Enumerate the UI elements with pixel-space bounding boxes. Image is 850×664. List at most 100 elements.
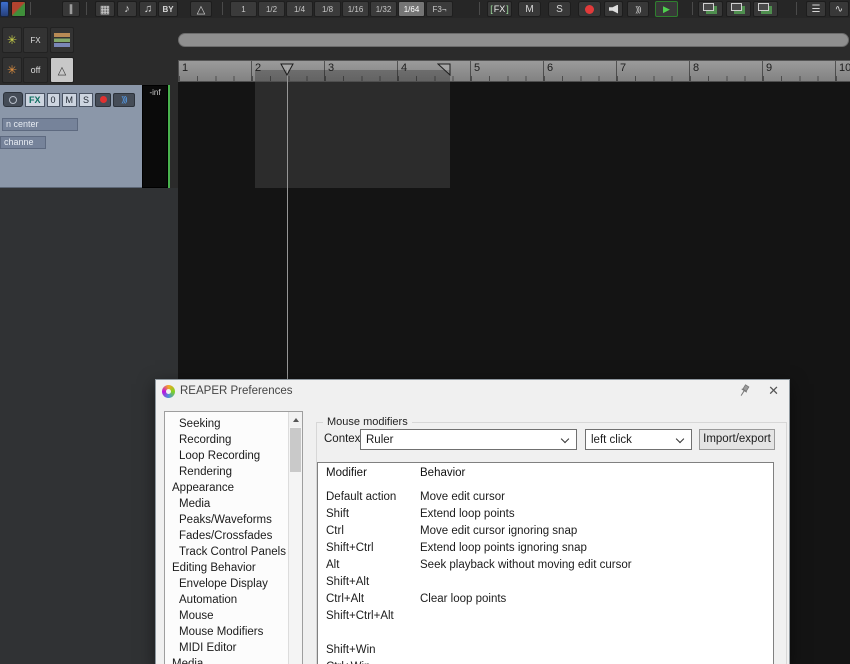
table-row[interactable]: Shift+Alt: [318, 574, 773, 591]
sidebar-item[interactable]: Media: [165, 496, 302, 512]
scrollbar-thumb[interactable]: [290, 428, 301, 472]
track-panel[interactable]: FX 0 M S ))) n center channe: [0, 85, 142, 188]
sidebar-item[interactable]: Mouse: [165, 608, 302, 624]
loop-end-marker[interactable]: [437, 63, 452, 76]
sidebar-item[interactable]: Loop Recording: [165, 448, 302, 464]
track-fx-button[interactable]: FX: [23, 27, 48, 53]
sidebar-item[interactable]: Envelope Display: [165, 576, 302, 592]
sidebar-item[interactable]: Automation: [165, 592, 302, 608]
track-fx-button[interactable]: FX: [25, 92, 45, 107]
scroll-up-icon[interactable]: [289, 412, 302, 427]
track-mute-button[interactable]: M: [61, 92, 78, 107]
sidebar-item[interactable]: Track Control Panels: [165, 544, 302, 560]
mixer-bars-icon[interactable]: [50, 27, 74, 53]
close-icon[interactable]: ✕: [768, 383, 779, 399]
toolbar-project-icon[interactable]: [11, 1, 26, 17]
sidebar-item[interactable]: Rendering: [165, 464, 302, 480]
ruler-measure[interactable]: 10: [835, 61, 850, 81]
envelope-icon[interactable]: ∿: [829, 1, 849, 17]
import-export-button[interactable]: Import/export: [699, 429, 775, 450]
metronome-button[interactable]: △: [50, 57, 74, 83]
track-input-button[interactable]: 0: [46, 92, 60, 107]
table-row[interactable]: Shift+Ctrl Extend loop points ignoring s…: [318, 540, 773, 557]
table-row[interactable]: [318, 625, 773, 642]
grid-division-button[interactable]: 1: [230, 1, 257, 17]
sidebar-item[interactable]: Recording: [165, 432, 302, 448]
window-layout-icon-1[interactable]: [698, 1, 723, 17]
track-monitor-button[interactable]: ))): [113, 92, 136, 107]
grid-toggle-icon[interactable]: ▦: [95, 1, 115, 17]
sidebar-scrollbar[interactable]: [288, 412, 302, 664]
table-row[interactable]: Shift+Ctrl+Alt: [318, 608, 773, 625]
table-row[interactable]: Default action Move edit cursor: [318, 489, 773, 506]
record-icon[interactable]: [578, 1, 601, 17]
group-title: Mouse modifiers: [323, 416, 412, 428]
note2-icon[interactable]: ♫: [139, 1, 157, 17]
ruler-measure[interactable]: 8: [689, 61, 762, 81]
sidebar-item[interactable]: Media: [165, 656, 302, 664]
ruler-measure[interactable]: 9: [762, 61, 835, 81]
sidebar-item[interactable]: Seeking: [165, 416, 302, 432]
speaker-icon[interactable]: [604, 1, 623, 17]
grid-division-button[interactable]: 1/8: [314, 1, 341, 17]
ruler-measure[interactable]: 7: [616, 61, 689, 81]
by-button[interactable]: BY: [158, 1, 178, 17]
loop-start-marker[interactable]: [280, 63, 295, 76]
sidebar-item[interactable]: Editing Behavior: [165, 560, 302, 576]
sidebar-item[interactable]: Fades/Crossfades: [165, 528, 302, 544]
monitor-waves-icon[interactable]: ))): [627, 1, 649, 17]
table-row[interactable]: Ctrl+Win: [318, 659, 773, 664]
pause-icon[interactable]: ∥: [62, 1, 80, 17]
metronome-icon[interactable]: △: [190, 1, 212, 17]
pin-icon[interactable]: [737, 384, 751, 398]
table-row[interactable]: Shift+Win: [318, 642, 773, 659]
ruler-measure[interactable]: 5: [470, 61, 543, 81]
action-list-icon[interactable]: ☰: [806, 1, 826, 17]
volume-readout[interactable]: channe: [0, 136, 46, 149]
master-mute-button[interactable]: M: [518, 1, 541, 17]
ruler-measure[interactable]: 1: [178, 61, 251, 81]
behavior-cell: Seek playback without moving edit cursor: [420, 559, 632, 571]
ruler-measure[interactable]: 6: [543, 61, 616, 81]
empty-tcp-area[interactable]: [0, 188, 178, 664]
sidebar-item[interactable]: MIDI Editor: [165, 640, 302, 656]
window-layout-icon-2[interactable]: [726, 1, 751, 17]
click-type-select[interactable]: left click: [585, 429, 692, 450]
table-row[interactable]: Ctrl Move edit cursor ignoring snap: [318, 523, 773, 540]
grid-division-button[interactable]: 1/4: [286, 1, 313, 17]
play-icon[interactable]: ▶: [655, 1, 678, 17]
grid-division-button[interactable]: 1/32: [370, 1, 397, 17]
fx-sparkle2-icon[interactable]: ✳: [2, 57, 22, 83]
track-solo-button[interactable]: S: [79, 92, 94, 107]
grid-division-button[interactable]: 1/64: [398, 1, 425, 17]
grid-division-button[interactable]: 1/16: [342, 1, 369, 17]
toolbar-routing-icon[interactable]: [0, 1, 9, 17]
sidebar-item[interactable]: Peaks/Waveforms: [165, 512, 302, 528]
sidebar-item[interactable]: Mouse Modifiers: [165, 624, 302, 640]
reaper-logo-icon: [162, 384, 175, 398]
note-icon[interactable]: ♪: [117, 1, 137, 17]
pan-readout[interactable]: n center: [2, 118, 78, 131]
table-row[interactable]: Alt Seek playback without moving edit cu…: [318, 557, 773, 574]
fx-off-button[interactable]: off: [23, 57, 48, 83]
master-solo-button[interactable]: S: [548, 1, 571, 17]
arrange-hscrollbar[interactable]: [178, 33, 849, 47]
record-arm-button[interactable]: [3, 92, 23, 107]
preferences-dialog: REAPER Preferences ✕ Seeking Recording L…: [155, 379, 790, 664]
window-glyph-icon: [703, 3, 714, 11]
fx-sparkle-icon[interactable]: ✳: [2, 27, 22, 53]
time-selection[interactable]: [255, 82, 450, 188]
master-fx-button[interactable]: FX: [487, 1, 512, 17]
sidebar-item[interactable]: Appearance: [165, 480, 302, 496]
context-select[interactable]: Ruler: [360, 429, 577, 450]
dialog-titlebar[interactable]: REAPER Preferences: [156, 380, 789, 402]
grid-division-button[interactable]: 1/2: [258, 1, 285, 17]
track-record-button[interactable]: [95, 92, 112, 107]
dialog-title: REAPER Preferences: [180, 385, 293, 397]
edit-cursor[interactable]: [287, 64, 288, 379]
window-layout-icon-3[interactable]: [753, 1, 778, 17]
timeline-ruler[interactable]: 1 2 3 4 5 6 7 8 9 10: [178, 60, 850, 82]
grid-division-button[interactable]: F3¬: [426, 1, 453, 17]
table-row[interactable]: Shift Extend loop points: [318, 506, 773, 523]
table-row[interactable]: Ctrl+Alt Clear loop points: [318, 591, 773, 608]
